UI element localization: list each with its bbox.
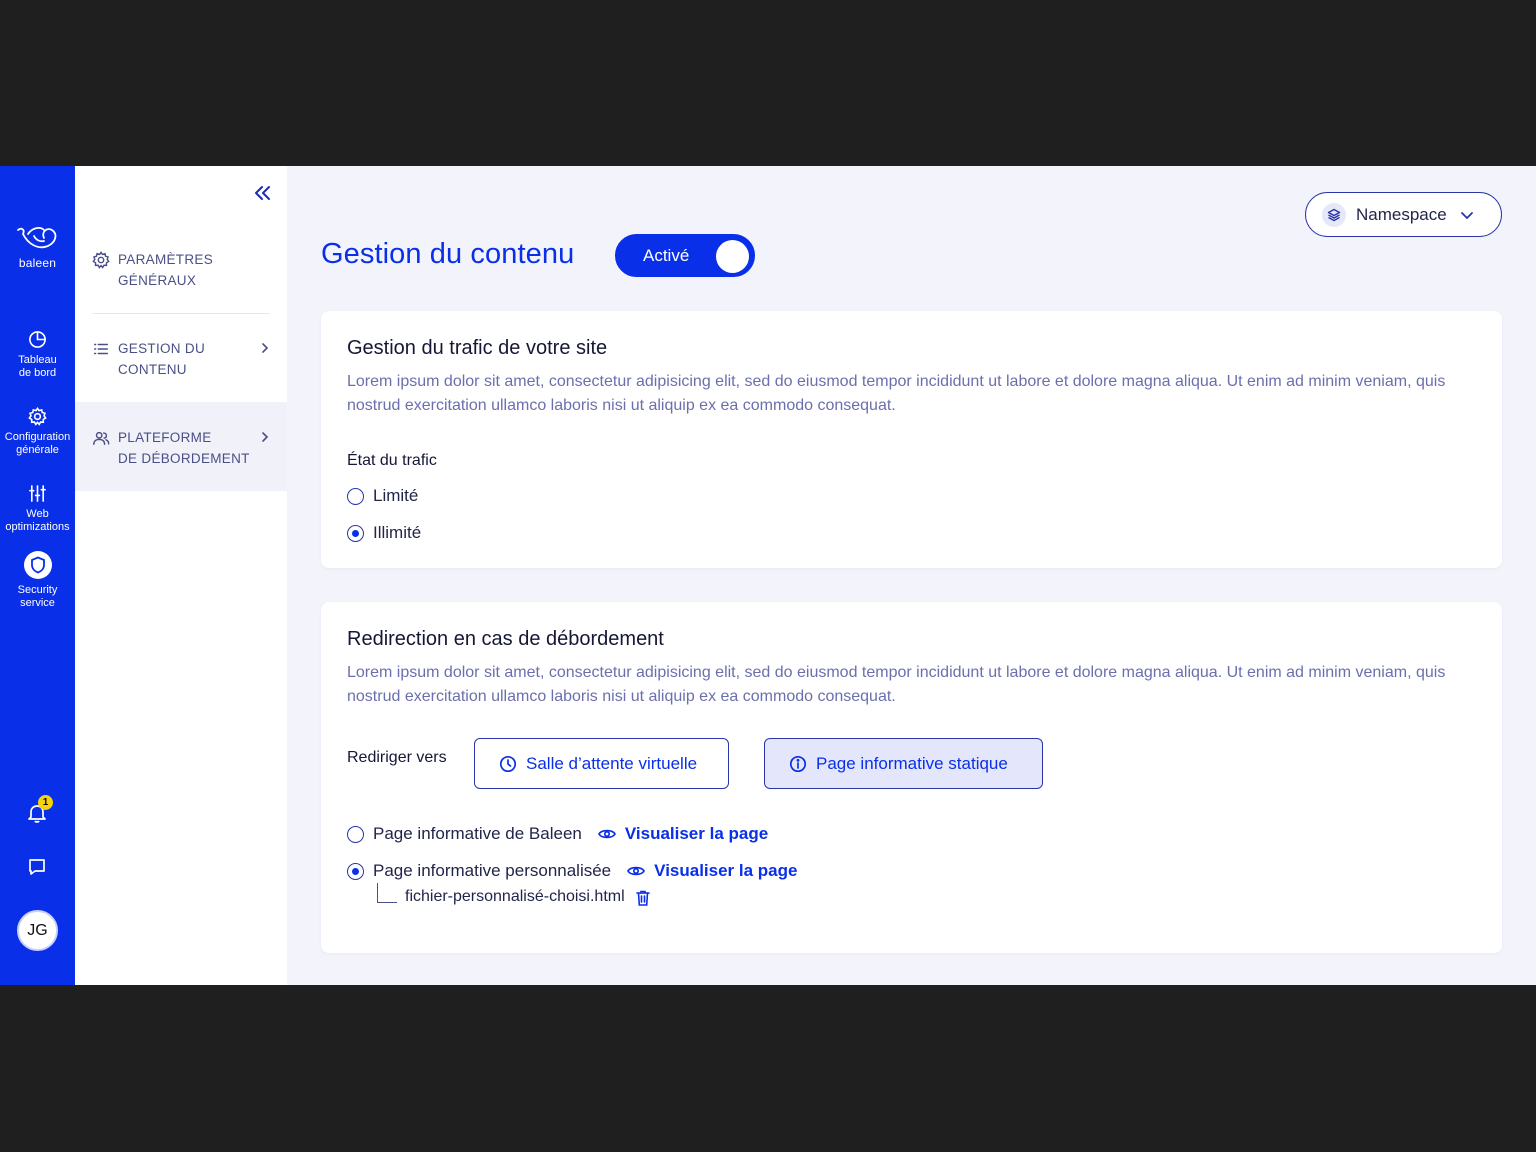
card-description: Lorem ipsum dolor sit amet, consectetur …: [347, 373, 1446, 414]
subnav-item-text: GESTION DU CONTENU: [118, 338, 205, 380]
rail-item-label: Web optimizations: [5, 508, 70, 533]
rail-item-label: Configuration générale: [4, 431, 71, 456]
subnav-item-label: CONTENU: [118, 362, 187, 377]
card-title: Gestion du trafic de votre site: [347, 337, 608, 359]
baleen-logo[interactable]: baleen: [0, 224, 75, 270]
namespace-dropdown[interactable]: Namespace: [1305, 192, 1502, 237]
pie-chart-icon: [29, 331, 46, 348]
subnav-item-overflow-platform[interactable]: PLATEFORME DE DÉBORDEMENT: [75, 402, 287, 491]
rail-item-security-service[interactable]: Security service: [0, 551, 75, 610]
card-description: Lorem ipsum dolor sit amet, consectetur …: [347, 664, 1446, 705]
active-indicator: [23, 551, 52, 579]
view-page-link[interactable]: Visualiser la page: [627, 861, 797, 881]
subnav-item-label: PLATEFORME: [118, 430, 212, 445]
radio-button-checked[interactable]: [347, 862, 364, 880]
subnav-item-text: PARAMÈTRES GÉNÉRAUX: [118, 249, 213, 291]
subnav-item-label: GÉNÉRAUX: [118, 273, 197, 288]
chat-bubble-icon: [29, 859, 45, 875]
whale-logo-icon: [16, 227, 56, 249]
layers-icon: [1322, 202, 1346, 227]
rail-item-label: Security service: [17, 584, 58, 609]
subnav-item-text: PLATEFORME DE DÉBORDEMENT: [118, 427, 250, 469]
radio-button[interactable]: [347, 825, 364, 843]
radio-label: Illimité: [373, 523, 422, 542]
rail-item-configuration[interactable]: Configuration générale: [0, 407, 75, 457]
view-page-link-label: Visualiser la page: [654, 861, 798, 880]
radio-button[interactable]: [347, 487, 364, 505]
subnav-item-general-settings[interactable]: PARAMÈTRES GÉNÉRAUX: [75, 249, 287, 291]
radio-label: Page informative de Baleen: [373, 824, 582, 843]
view-page-link[interactable]: Visualiser la page: [597, 824, 769, 844]
shield-icon: [30, 556, 45, 574]
section-navigation: PARAMÈTRES GÉNÉRAUX GESTION DU CONTENU P…: [75, 166, 287, 985]
logo-text: baleen: [18, 256, 57, 270]
radio-unlimited[interactable]: Illimité: [347, 523, 421, 543]
traffic-card: Gestion du trafic de votre site Lorem ip…: [321, 311, 1502, 568]
namespace-label: Namespace: [1356, 204, 1447, 224]
redirect-label: Rediriger vers: [347, 749, 447, 766]
gear-icon: [92, 251, 110, 269]
chevron-right-icon: [262, 343, 269, 353]
activation-toggle[interactable]: Activé: [615, 234, 755, 277]
users-icon: [93, 431, 110, 446]
sliders-icon: [29, 485, 46, 502]
trash-icon[interactable]: [635, 889, 651, 907]
subnav-item-label: PARAMÈTRES: [118, 252, 214, 267]
subnav-item-label: DE DÉBORDEMENT: [118, 451, 250, 466]
option-label: Salle d’attente virtuelle: [526, 753, 698, 773]
rail-item-label: Tableau de bord: [18, 354, 57, 379]
clock-icon: [499, 755, 517, 772]
redirect-card: Redirection en cas de débordement Lorem …: [321, 602, 1502, 953]
icon-rail: baleen Tableau de bord Configuration gén…: [0, 166, 75, 985]
selected-file-row: fichier-personnalisé-choisi.html: [377, 883, 651, 907]
chevron-down-icon: [1460, 211, 1473, 219]
collapse-sidebar-button[interactable]: [251, 182, 273, 204]
messages-button[interactable]: [26, 856, 48, 883]
waiting-room-option-button[interactable]: Salle d’attente virtuelle: [474, 738, 729, 789]
toggle-label: Activé: [643, 245, 690, 265]
rail-item-dashboard[interactable]: Tableau de bord: [0, 330, 75, 380]
tree-connector: [377, 883, 397, 903]
radio-custom-page[interactable]: Page informative personnalisée Visualise…: [347, 861, 797, 881]
traffic-state-label: État du trafic: [347, 452, 437, 469]
page-title: Gestion du contenu: [321, 238, 575, 270]
double-chevron-left-icon: [255, 186, 270, 200]
user-avatar[interactable]: JG: [17, 910, 58, 951]
static-page-option-button[interactable]: Page informative statique: [764, 738, 1043, 789]
radio-label: Limité: [373, 486, 419, 505]
list-icon: [93, 343, 109, 355]
notification-badge: 1: [38, 795, 53, 810]
app-window: baleen Tableau de bord Configuration gén…: [0, 166, 1536, 985]
subnav-item-label: GESTION DU: [118, 341, 206, 356]
info-icon: [789, 755, 807, 772]
notifications-button[interactable]: 1: [26, 795, 53, 826]
option-label: Page informative statique: [816, 753, 1008, 773]
main-content: Gestion du contenu Activé Namespace Gest…: [287, 166, 1536, 985]
radio-button-checked[interactable]: [347, 524, 364, 542]
radio-label: Page informative personnalisée: [373, 861, 612, 880]
subnav-divider: [92, 313, 270, 314]
radio-baleen-page[interactable]: Page informative de Baleen Visualiser la…: [347, 824, 768, 844]
eye-icon: [597, 829, 616, 839]
file-name: fichier-personnalisé-choisi.html: [405, 888, 625, 905]
toggle-knob: [716, 240, 749, 273]
view-page-link-label: Visualiser la page: [624, 824, 769, 843]
rail-item-web-optimizations[interactable]: Web optimizations: [0, 484, 75, 534]
subnav-item-content-management[interactable]: GESTION DU CONTENU: [75, 338, 287, 380]
gear-icon: [28, 407, 47, 426]
card-title: Redirection en cas de débordement: [347, 628, 664, 650]
eye-icon: [627, 866, 646, 876]
chevron-right-icon: [262, 432, 269, 442]
radio-limited[interactable]: Limité: [347, 486, 418, 506]
